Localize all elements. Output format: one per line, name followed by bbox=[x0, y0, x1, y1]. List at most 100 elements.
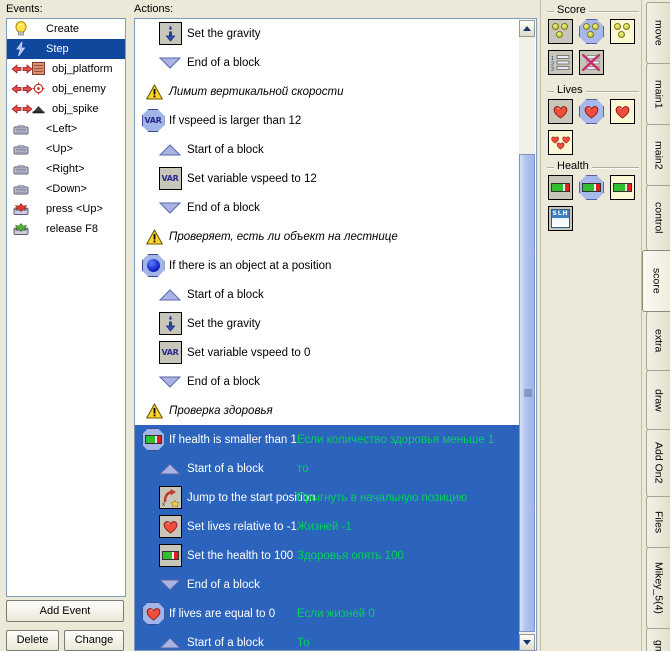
tab-main1[interactable]: main1 bbox=[646, 63, 670, 125]
action-comment: Проверка здоровья bbox=[169, 404, 273, 417]
action-note: Жизней -1 bbox=[297, 520, 352, 533]
scrollbar-thumb[interactable] bbox=[519, 154, 535, 632]
scroll-down-arrow-icon[interactable] bbox=[519, 634, 535, 650]
score-caption-icon[interactable]: SLH bbox=[548, 206, 573, 231]
set-score-icon[interactable] bbox=[548, 19, 573, 44]
action-row[interactable]: Start of a block То bbox=[135, 628, 521, 650]
block-end-icon bbox=[153, 375, 187, 389]
tab-mikey-5-4[interactable]: Mikey_5(4) bbox=[646, 547, 670, 629]
health-question-icon bbox=[137, 428, 169, 451]
block-end-icon bbox=[153, 56, 187, 70]
action-comment: Лимит вертикальной скорости bbox=[169, 85, 344, 98]
library-group-health: Health SLH bbox=[547, 160, 639, 236]
tab-control[interactable]: control bbox=[646, 185, 670, 251]
action-label: Start of a block bbox=[187, 288, 264, 301]
event-row-obj-spike[interactable]: obj_spike bbox=[7, 99, 125, 119]
block-start-icon bbox=[153, 462, 187, 476]
event-row-left[interactable]: <Left> bbox=[7, 119, 125, 139]
event-label: obj_spike bbox=[52, 103, 99, 115]
comment-icon bbox=[139, 83, 169, 100]
tab-label: Files bbox=[652, 510, 665, 534]
set-lives-icon[interactable] bbox=[548, 99, 573, 124]
action-label: End of a block bbox=[187, 375, 260, 388]
tab-label: Mikey_5(4) bbox=[652, 562, 665, 614]
event-row-down[interactable]: <Down> bbox=[7, 179, 125, 199]
action-row[interactable]: Лимит вертикальной скорости bbox=[135, 77, 521, 106]
event-label: release F8 bbox=[46, 223, 98, 235]
action-label: End of a block bbox=[187, 201, 260, 214]
add-event-button[interactable]: Add Event bbox=[6, 600, 124, 622]
event-row-step[interactable]: Step bbox=[7, 39, 125, 59]
variable-icon: VAR bbox=[153, 167, 187, 190]
actions-scrollbar[interactable] bbox=[519, 20, 535, 650]
action-row[interactable]: End of a block bbox=[135, 570, 521, 599]
position-question-icon bbox=[137, 254, 169, 277]
actions-list[interactable]: Set the gravity End of a block Лимит верти… bbox=[134, 18, 537, 651]
action-row[interactable]: Start of a block то bbox=[135, 454, 521, 483]
action-row[interactable]: VAR If vspeed is larger than 12 bbox=[135, 106, 521, 135]
action-row[interactable]: If there is an object at a position bbox=[135, 251, 521, 280]
variable-question-icon: VAR bbox=[137, 109, 169, 132]
event-row-right[interactable]: <Right> bbox=[7, 159, 125, 179]
action-note: Если количество здоровья меньше 1 bbox=[297, 433, 495, 446]
draw-lives-icon[interactable] bbox=[610, 99, 635, 124]
action-note: то bbox=[297, 462, 309, 475]
if-score-icon[interactable] bbox=[579, 19, 604, 44]
action-row[interactable]: Set the gravity bbox=[135, 309, 521, 338]
event-row-up[interactable]: <Up> bbox=[7, 139, 125, 159]
action-row[interactable]: Проверка здоровья bbox=[135, 396, 521, 425]
tab-score[interactable]: score bbox=[642, 250, 670, 312]
variable-icon: VAR bbox=[153, 341, 187, 364]
action-row[interactable]: If health is smaller than 1 Если количест… bbox=[135, 425, 521, 454]
if-lives-icon[interactable] bbox=[579, 99, 604, 124]
tab-add-on2[interactable]: Add On2 bbox=[646, 429, 670, 497]
action-row[interactable]: VAR Set variable vspeed to 12 bbox=[135, 164, 521, 193]
tab-files[interactable]: Files bbox=[646, 496, 670, 548]
set-health-icon[interactable] bbox=[548, 175, 573, 200]
event-row-create[interactable]: Create bbox=[7, 19, 125, 39]
block-end-icon bbox=[153, 201, 187, 215]
event-row-press-up[interactable]: press <Up> bbox=[7, 199, 125, 219]
action-note: Прыгнуть в начальную позицию bbox=[297, 491, 468, 504]
action-row[interactable]: If lives are equal to 0 Если жизней 0 bbox=[135, 599, 521, 628]
scroll-up-arrow-icon[interactable] bbox=[519, 20, 535, 37]
draw-health-icon[interactable] bbox=[610, 175, 635, 200]
tab-label: gm-help links bbox=[653, 640, 665, 651]
action-label: Set variable vspeed to 12 bbox=[187, 172, 317, 185]
draw-life-images-icon[interactable] bbox=[548, 130, 573, 155]
action-row[interactable]: Start of a block bbox=[135, 135, 521, 164]
draw-score-icon[interactable] bbox=[610, 19, 635, 44]
tab-extra[interactable]: extra bbox=[646, 311, 670, 371]
action-row[interactable]: Start of a block bbox=[135, 280, 521, 309]
highscore-table-icon[interactable]: 123 bbox=[548, 50, 573, 75]
action-row[interactable]: x Jump to the start position Прыгнуть в на… bbox=[135, 483, 521, 512]
action-row[interactable]: Проверяет, есть ли объект на лестнице bbox=[135, 222, 521, 251]
event-row-obj-platform[interactable]: obj_platform bbox=[7, 59, 125, 79]
action-label: Set the gravity bbox=[187, 317, 261, 330]
action-label: If health is smaller than 1 bbox=[169, 433, 297, 446]
if-health-icon[interactable] bbox=[579, 175, 604, 200]
tab-gm-help-links[interactable]: gm-help links bbox=[646, 628, 670, 651]
event-row-obj-enemy[interactable]: obj_enemy bbox=[7, 79, 125, 99]
action-row[interactable]: End of a block bbox=[135, 193, 521, 222]
action-note: Здоровья опять 100 bbox=[297, 549, 404, 562]
change-event-button[interactable]: Change bbox=[64, 630, 124, 651]
event-row-release-f8[interactable]: release F8 bbox=[7, 219, 125, 239]
action-label: Set the health to 100 bbox=[187, 549, 294, 562]
events-list[interactable]: Create Step obj_platform obj_enemy obj_spike… bbox=[6, 18, 126, 597]
action-row[interactable]: VAR Set variable vspeed to 0 bbox=[135, 338, 521, 367]
action-row[interactable]: Set the gravity bbox=[135, 19, 521, 48]
action-row[interactable]: Set lives relative to -1 Жизней -1 bbox=[135, 512, 521, 541]
action-row[interactable]: End of a block bbox=[135, 48, 521, 77]
clear-highscore-icon[interactable] bbox=[579, 50, 604, 75]
action-label: Set variable vspeed to 0 bbox=[187, 346, 311, 359]
delete-event-button[interactable]: Delete bbox=[6, 630, 59, 651]
actions-caption: Actions: bbox=[134, 3, 174, 15]
library-tab-strip: move main1 main2 control score extra draw Add O… bbox=[642, 0, 670, 651]
tab-move[interactable]: move bbox=[646, 2, 670, 64]
group-icon-grid: 123 bbox=[548, 19, 640, 75]
action-row[interactable]: End of a block bbox=[135, 367, 521, 396]
tab-main2[interactable]: main2 bbox=[646, 124, 670, 186]
action-row[interactable]: Set the health to 100 Здоровья опять 100 bbox=[135, 541, 521, 570]
tab-draw[interactable]: draw bbox=[646, 370, 670, 430]
